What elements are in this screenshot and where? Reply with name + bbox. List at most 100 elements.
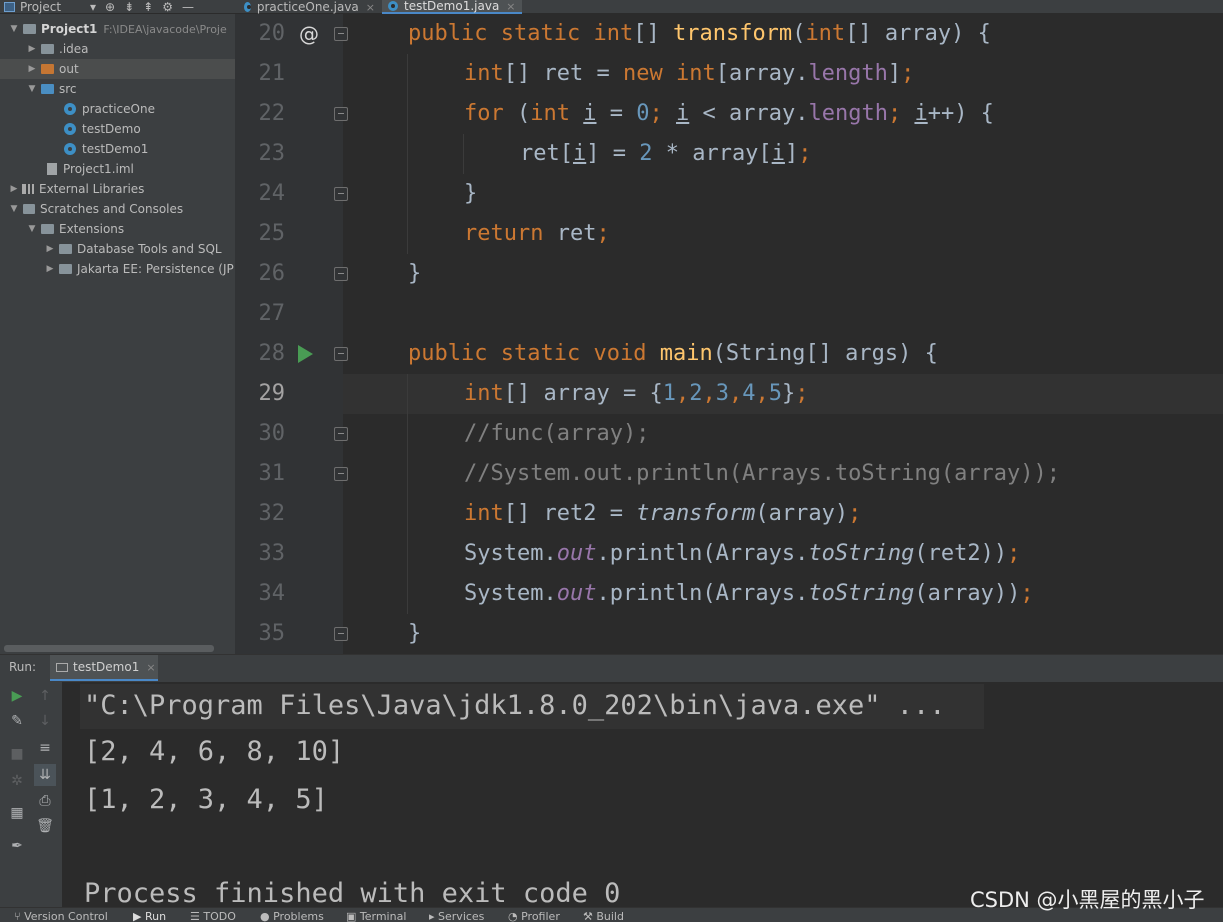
tree-item-src[interactable]: ▼ src — [26, 79, 77, 99]
code-line-32[interactable]: int[] ret2 = transform(array); — [464, 494, 861, 534]
tool-tab-build[interactable]: ⚒ Build — [583, 907, 624, 922]
collapse-all-icon[interactable]: ⇞ — [143, 0, 153, 14]
code-line-35[interactable]: } — [408, 614, 421, 654]
fold-marker-icon[interactable] — [334, 347, 348, 361]
chevron-right-icon[interactable]: ▶ — [26, 44, 38, 54]
chevron-down-icon[interactable]: ▼ — [26, 84, 38, 94]
run-icon[interactable] — [298, 345, 313, 363]
run-tab-testdemo1[interactable]: testDemo1 × — [50, 655, 158, 681]
trash-icon[interactable]: 🗑 — [36, 817, 54, 835]
soft-wrap-icon[interactable]: ≡ — [36, 739, 54, 757]
wrench-icon[interactable]: ✎ — [8, 712, 26, 730]
line-number: 24 — [258, 181, 286, 206]
arrow-down-icon[interactable]: ↓ — [36, 712, 54, 730]
fold-marker-icon[interactable] — [334, 467, 348, 481]
chevron-right-icon[interactable]: ▶ — [44, 244, 56, 254]
library-icon — [22, 184, 34, 194]
code-line-30[interactable]: //func(array); — [464, 414, 649, 454]
tree-item-label: Project1.iml — [63, 162, 134, 176]
tree-item-scratches[interactable]: ▼ Scratches and Consoles — [8, 199, 184, 219]
fold-marker-icon[interactable] — [334, 107, 348, 121]
chevron-right-icon[interactable]: ▶ — [44, 264, 56, 274]
code-line-21[interactable]: int[] ret = new int[array.length]; — [464, 54, 914, 94]
tree-item-idea[interactable]: ▶ .idea — [26, 39, 89, 59]
fold-marker-icon[interactable] — [334, 27, 348, 41]
tree-item-practiceone[interactable]: practiceOne — [62, 99, 155, 119]
tool-tab-problems[interactable]: ● Problems — [260, 907, 324, 922]
folder-icon — [41, 224, 54, 234]
code-line-24[interactable]: } — [464, 174, 477, 214]
tree-item-project1-iml[interactable]: Project1.iml — [44, 159, 134, 179]
stop-icon[interactable]: ■ — [8, 745, 26, 763]
run-panel-header — [0, 654, 1223, 682]
code-line-20[interactable]: public static int[] transform(int[] arra… — [408, 14, 991, 54]
file-icon — [47, 163, 57, 175]
tree-item-external-libraries[interactable]: ▶ External Libraries — [8, 179, 145, 199]
print-icon[interactable]: ⎙ — [36, 792, 54, 810]
code-line-23[interactable]: ret[i] = 2 * array[i]; — [520, 134, 811, 174]
line-number: 33 — [258, 541, 286, 566]
locate-icon[interactable]: ⊕ — [105, 0, 115, 14]
tree-item-testdemo1[interactable]: testDemo1 — [62, 139, 148, 159]
tool-tab-profiler[interactable]: ◔ Profiler — [508, 907, 560, 922]
chevron-right-icon[interactable]: ▶ — [26, 64, 38, 74]
code-line-29[interactable]: int[] array = {1,2,3,4,5}; — [464, 374, 808, 414]
project-scrollbar[interactable] — [4, 645, 214, 652]
tree-item-testdemo[interactable]: testDemo — [62, 119, 141, 139]
tool-tab-terminal[interactable]: ▣ Terminal — [346, 907, 406, 922]
dropdown-chevron-icon[interactable]: ▾ — [90, 0, 96, 14]
tree-item-database-tools[interactable]: ▶ Database Tools and SQL — [44, 239, 222, 259]
tree-item-jakarta[interactable]: ▶ Jakarta EE: Persistence (JP — [44, 259, 234, 279]
code-line-26[interactable]: } — [408, 254, 421, 294]
close-icon[interactable]: × — [366, 1, 375, 14]
fold-marker-icon[interactable] — [334, 267, 348, 281]
line-number: 23 — [258, 141, 286, 166]
line-number: 22 — [258, 101, 286, 126]
project-path: F:\IDEA\javacode\Proje — [103, 22, 227, 36]
gear-icon[interactable]: ⚙ — [162, 0, 173, 14]
code-line-28[interactable]: public static void main(String[] args) { — [408, 334, 938, 374]
project-tool-title[interactable]: Project — [4, 0, 61, 14]
tab-testdemo1[interactable]: testDemo1.java × — [382, 0, 522, 14]
pin-icon[interactable]: ✒ — [8, 837, 26, 855]
indent-guide — [463, 134, 464, 174]
fold-marker-icon[interactable] — [334, 427, 348, 441]
hide-icon[interactable]: — — [182, 0, 194, 14]
chevron-down-icon[interactable]: ▼ — [26, 224, 38, 234]
close-icon[interactable]: × — [146, 661, 155, 674]
arrow-up-icon[interactable]: ↑ — [36, 687, 54, 705]
indent-guide — [407, 54, 408, 254]
tool-tab-todo[interactable]: ☰ TODO — [190, 907, 236, 922]
code-line-22[interactable]: for (int i = 0; i < array.length; i++) { — [464, 94, 994, 134]
code-line-34[interactable]: System.out.println(Arrays.toString(array… — [464, 574, 1034, 614]
debug-icon[interactable]: ✲ — [8, 772, 26, 790]
tree-item-label: testDemo1 — [82, 142, 149, 156]
chevron-right-icon[interactable]: ▶ — [8, 184, 20, 194]
code-line-33[interactable]: System.out.println(Arrays.toString(ret2)… — [464, 534, 1020, 574]
run-label: Run: — [9, 660, 37, 674]
rerun-icon[interactable]: ▶ — [8, 687, 26, 705]
tool-tab-version-control[interactable]: ⑂ Version Control — [14, 907, 108, 922]
chevron-down-icon[interactable]: ▼ — [8, 204, 20, 214]
tree-item-extensions[interactable]: ▼ Extensions — [26, 219, 125, 239]
tree-item-label: .idea — [59, 42, 89, 56]
chevron-down-icon[interactable]: ▼ — [8, 24, 20, 34]
tool-tab-services[interactable]: ▸ Services — [429, 907, 484, 922]
close-icon[interactable]: × — [506, 0, 515, 13]
scroll-to-end-icon[interactable]: ⇊ — [34, 764, 56, 786]
folder-icon — [59, 244, 72, 254]
fold-marker-icon[interactable] — [334, 187, 348, 201]
tree-item-project1[interactable]: ▼ Project1 F:\IDEA\javacode\Proje — [8, 19, 227, 39]
tree-item-out[interactable]: ▶ out — [0, 59, 235, 79]
tree-item-label: src — [59, 82, 77, 96]
tool-tab-run[interactable]: ▶ Run — [133, 907, 166, 922]
implementation-marker-icon[interactable]: @ — [299, 22, 319, 46]
line-number: 31 — [258, 461, 286, 486]
code-line-25[interactable]: return ret; — [464, 214, 610, 254]
console-line-command: "C:\Program Files\Java\jdk1.8.0_202\bin\… — [84, 690, 946, 721]
layout-icon[interactable]: ▦ — [8, 804, 26, 822]
tab-practiceone[interactable]: practiceOne.java × — [238, 0, 381, 14]
expand-all-icon[interactable]: ⇟ — [124, 0, 134, 14]
fold-marker-icon[interactable] — [334, 627, 348, 641]
code-line-31[interactable]: //System.out.println(Arrays.toString(arr… — [464, 454, 1060, 494]
